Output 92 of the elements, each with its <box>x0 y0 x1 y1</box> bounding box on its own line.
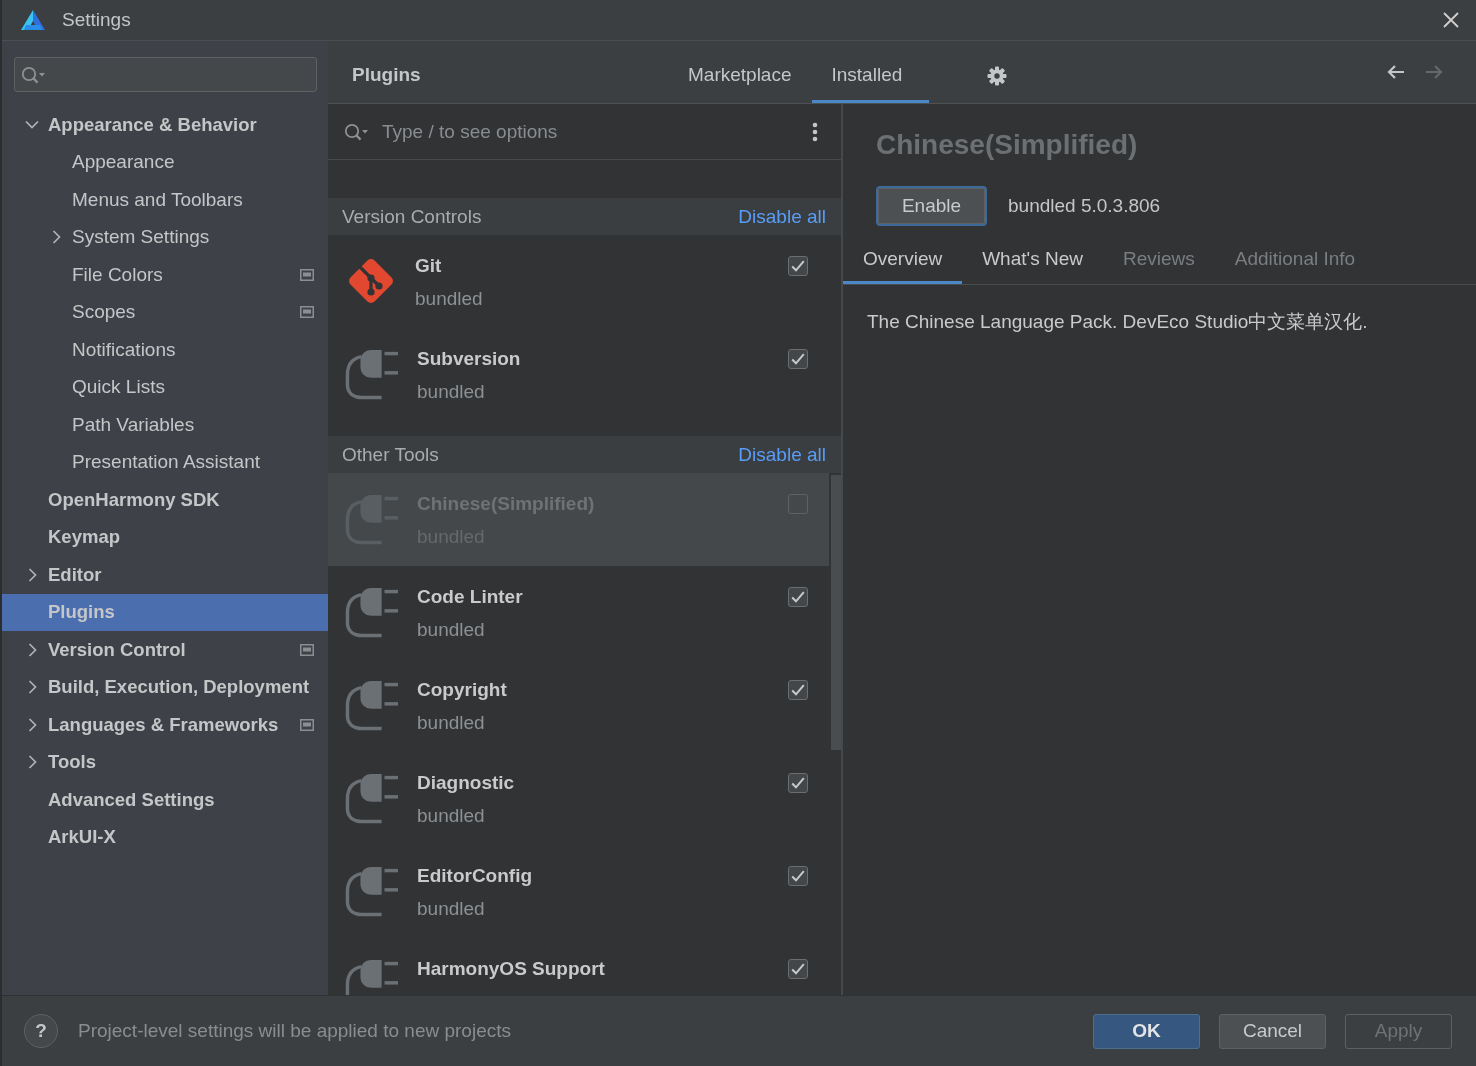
scrollbar-thumb[interactable] <box>831 475 841 750</box>
dialog-button[interactable]: Cancel <box>1219 1013 1326 1049</box>
help-button[interactable]: ? <box>24 1014 58 1048</box>
disable-all-link[interactable]: Disable all <box>738 443 826 466</box>
chevron-right-icon[interactable] <box>27 717 37 732</box>
plugin-list-item[interactable]: Diagnostic bundled <box>328 752 829 845</box>
chevron-right-icon[interactable] <box>27 567 37 582</box>
sidebar-item[interactable]: Version Control <box>2 631 328 669</box>
plug-icon <box>345 348 399 400</box>
logo-icon <box>20 9 46 31</box>
checkbox[interactable] <box>788 773 808 793</box>
sidebar-item[interactable]: OpenHarmony SDK <box>2 481 328 519</box>
plugin-source: bundled <box>417 805 485 827</box>
checkbox[interactable] <box>788 349 808 369</box>
close-icon[interactable] <box>1443 12 1459 28</box>
checkmark-icon <box>791 591 805 603</box>
plugin-name: HarmonyOS Support <box>417 958 605 980</box>
checkbox[interactable] <box>788 680 808 700</box>
plugin-list-item[interactable]: Git bundled <box>328 235 829 328</box>
checkmark-icon <box>791 684 805 696</box>
search-field[interactable]: Type / to see options <box>380 119 812 144</box>
sidebar-item[interactable]: Appearance & Behavior <box>2 106 328 144</box>
plugin-source: bundled <box>417 712 485 734</box>
search-icon <box>344 122 368 141</box>
plugin-title: Chinese(Simplified) <box>876 128 1138 162</box>
plugin-name: Git <box>415 255 442 277</box>
window-title: Settings <box>62 9 131 31</box>
sidebar-item[interactable]: Scopes <box>2 293 328 331</box>
chevron-right-icon[interactable] <box>51 230 61 245</box>
sidebar-item[interactable]: System Settings <box>2 218 328 256</box>
dialog-button[interactable]: OK <box>1093 1013 1200 1049</box>
sidebar-item[interactable]: Languages & Frameworks <box>2 706 328 744</box>
plugin-list-item[interactable]: Copyright bundled <box>328 659 829 752</box>
plugin-description: The Chinese Language Pack. DevEco Studio中文菜单汉化. <box>867 311 1368 332</box>
group-title: Version Controls <box>342 205 482 228</box>
tab[interactable]: What's New <box>962 236 1103 284</box>
plugin-source: bundled <box>415 288 483 310</box>
sidebar-item[interactable]: File Colors <box>2 256 328 294</box>
plug-icon <box>345 865 399 917</box>
plug-icon <box>345 772 399 824</box>
plugin-list-item[interactable]: Code Linter bundled <box>328 566 829 659</box>
checkmark-icon <box>791 963 805 975</box>
plugin-name: Diagnostic <box>417 772 515 794</box>
plugin-list-item[interactable]: Subversion bundled <box>328 328 829 421</box>
sidebar-item[interactable]: Menus and Toolbars <box>2 181 328 219</box>
checkmark-icon <box>791 777 805 789</box>
checkbox[interactable] <box>788 256 808 276</box>
chevron-right-icon[interactable] <box>27 755 37 770</box>
plugin-source: bundled <box>417 898 485 920</box>
sidebar-item[interactable]: Build, Execution, Deployment <box>2 668 328 706</box>
checkbox[interactable] <box>788 587 808 607</box>
disable-all-link[interactable]: Disable all <box>738 205 826 228</box>
chevron-right-icon[interactable] <box>27 680 37 695</box>
sidebar-item[interactable]: Keymap <box>2 518 328 556</box>
checkmark-icon <box>791 870 805 882</box>
chevron-down-icon[interactable] <box>25 120 39 130</box>
search-icon <box>21 65 45 84</box>
plugin-source: bundled <box>417 381 485 403</box>
plugin-source: bundled <box>417 619 485 641</box>
sidebar-item[interactable]: Editor <box>2 556 328 594</box>
plugin-list-item[interactable]: HarmonyOS Support <box>328 938 829 995</box>
more-options-icon[interactable] <box>812 121 818 142</box>
checkbox[interactable] <box>788 866 808 886</box>
sidebar-item[interactable]: ArkUI-X <box>2 818 328 856</box>
hint-text: Project-level settings will be applied to new projects <box>78 1020 511 1042</box>
plugin-version: bundled 5.0.3.806 <box>1008 195 1161 217</box>
sidebar-item[interactable]: Quick Lists <box>2 368 328 406</box>
page-title: Plugins <box>352 64 421 86</box>
checkbox[interactable] <box>788 959 808 979</box>
plug-icon <box>345 679 399 731</box>
plugin-name: Copyright <box>417 679 507 701</box>
sidebar-item[interactable]: Advanced Settings <box>2 781 328 819</box>
plug-icon <box>345 586 399 638</box>
enable-button[interactable]: Enable <box>876 186 987 226</box>
tab[interactable]: Overview <box>843 236 963 284</box>
checkmark-icon <box>791 260 805 272</box>
chevron-right-icon[interactable] <box>27 642 37 657</box>
sidebar-item[interactable]: Tools <box>2 743 328 781</box>
plugin-name: EditorConfig <box>417 865 533 887</box>
plugin-name: Code Linter <box>417 586 523 608</box>
sidebar-item[interactable]: Presentation Assistant <box>2 443 328 481</box>
search-field[interactable] <box>14 57 317 92</box>
checkmark-icon <box>791 353 805 365</box>
group-title: Other Tools <box>342 443 439 466</box>
plugin-name: Subversion <box>417 348 521 370</box>
tab[interactable]: Marketplace <box>668 41 812 103</box>
sidebar-item[interactable]: Appearance <box>2 143 328 181</box>
sidebar-item[interactable]: Path Variables <box>2 406 328 444</box>
sidebar-item[interactable]: Notifications <box>2 331 328 369</box>
plugin-list-item[interactable]: EditorConfig bundled <box>328 845 829 938</box>
settings-icon[interactable] <box>987 66 1008 86</box>
plug-icon <box>345 958 399 995</box>
